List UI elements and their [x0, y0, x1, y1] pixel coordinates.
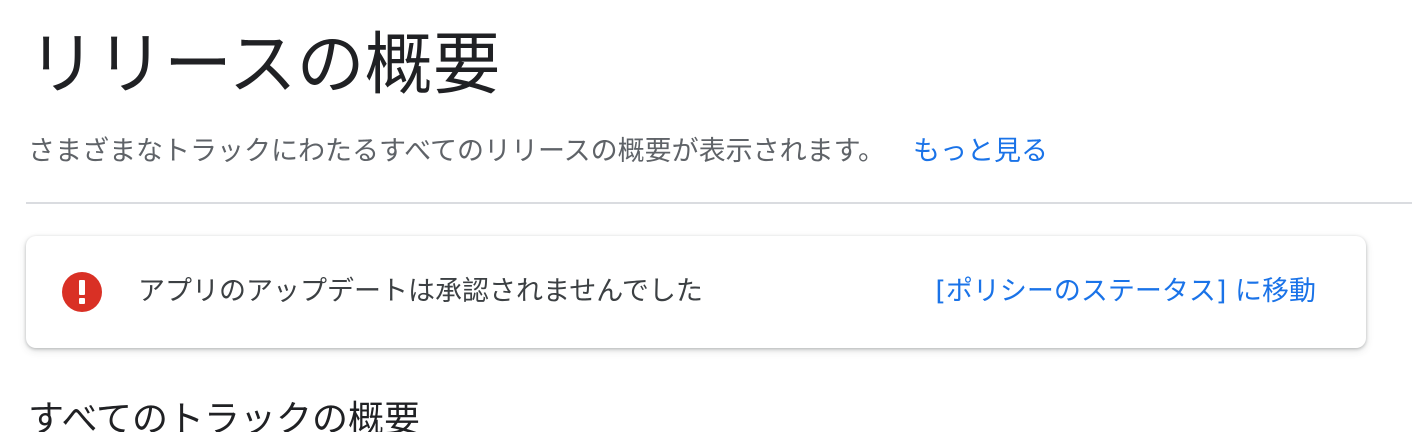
exclamation-mark-icon [79, 280, 85, 304]
page-description: さまざまなトラックにわたるすべてのリリースの概要が表示されます。 [28, 135, 885, 167]
alert-card: アプリのアップデートは承認されませんでした [ポリシーのステータス] に移動 [26, 236, 1366, 348]
page: リリースの概要 さまざまなトラックにわたるすべてのリリースの概要が表示されます。… [0, 0, 1412, 432]
learn-more-link[interactable]: もっと見る [913, 129, 1048, 168]
page-title: リリースの概要 [28, 26, 501, 105]
error-icon [62, 272, 102, 312]
go-to-policy-status-link[interactable]: [ポリシーのステータス] に移動 [935, 272, 1316, 312]
page-description-row: さまざまなトラックにわたるすべてのリリースの概要が表示されます。 もっと見る [28, 128, 1048, 168]
divider [26, 202, 1412, 204]
section-heading: すべてのトラックの概要 [28, 399, 421, 432]
alert-message: アプリのアップデートは承認されませんでした [138, 276, 703, 307]
